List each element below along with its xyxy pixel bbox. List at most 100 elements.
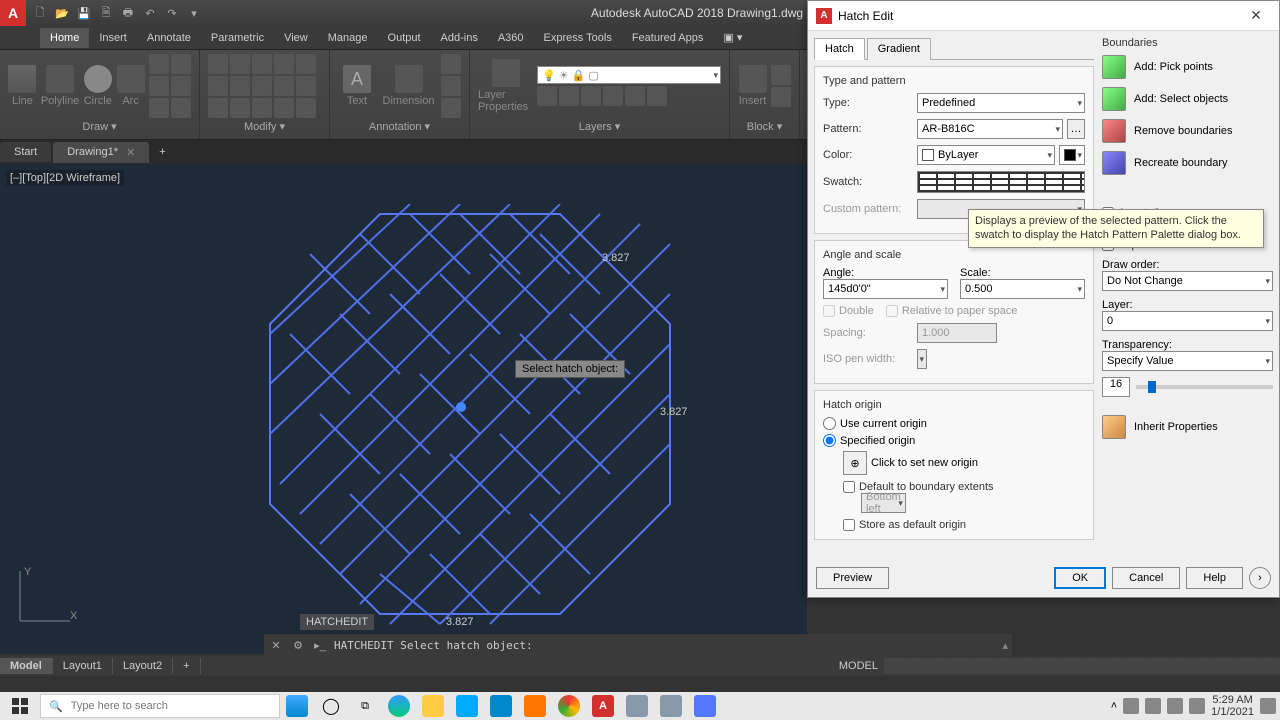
store-origin-checkbox[interactable]: Store as default origin xyxy=(843,519,1085,531)
text-button[interactable]: AText xyxy=(338,65,376,107)
expand-dialog-button[interactable]: › xyxy=(1249,567,1271,589)
start-button[interactable] xyxy=(0,692,40,720)
task-taskview[interactable]: ⧉ xyxy=(348,694,382,718)
draw-small-1[interactable] xyxy=(149,54,169,74)
tab-annotate[interactable]: Annotate xyxy=(137,28,201,48)
task-edge[interactable] xyxy=(382,694,416,718)
status-17[interactable] xyxy=(1258,658,1280,674)
remove-boundaries-button[interactable]: Remove boundaries xyxy=(1102,119,1273,143)
draw-small-2[interactable] xyxy=(171,54,191,74)
app-icon[interactable]: A xyxy=(0,0,26,26)
status-15[interactable] xyxy=(1214,658,1236,674)
draw-order-combo[interactable]: Do Not Change▾ xyxy=(1102,271,1273,291)
draw-small-6[interactable] xyxy=(171,98,191,118)
transparency-combo[interactable]: Specify Value▾ xyxy=(1102,351,1273,371)
task-10[interactable] xyxy=(688,694,722,718)
select-objects-button[interactable]: Add: Select objects xyxy=(1102,87,1273,111)
draw-small-3[interactable] xyxy=(149,76,169,96)
task-cortana[interactable]: ◯ xyxy=(314,694,348,718)
tray-2[interactable] xyxy=(1145,698,1161,714)
new-tab-button[interactable]: + xyxy=(151,142,173,162)
tab-featured[interactable]: Featured Apps xyxy=(622,28,714,48)
tab-hatch[interactable]: Hatch xyxy=(814,38,865,60)
tray-network-icon[interactable] xyxy=(1167,698,1183,714)
modify-15[interactable] xyxy=(296,98,316,118)
task-8[interactable] xyxy=(620,694,654,718)
recreate-boundary-button[interactable]: Recreate boundary xyxy=(1102,151,1273,175)
layer-s3[interactable] xyxy=(581,86,601,106)
layer-combo-dlg[interactable]: 0▾ xyxy=(1102,311,1273,331)
windows-search[interactable]: 🔍Type here to search xyxy=(40,694,280,718)
status-ortho-icon[interactable] xyxy=(928,658,950,674)
modify-7[interactable] xyxy=(230,76,250,96)
tab-start[interactable]: Start xyxy=(0,142,51,162)
task-vlc[interactable] xyxy=(518,694,552,718)
modify-8[interactable] xyxy=(252,76,272,96)
task-explorer[interactable] xyxy=(416,694,450,718)
angle-input[interactable]: 145d0'0"▾ xyxy=(823,279,948,299)
saveas-icon[interactable]: 🗎 xyxy=(96,3,116,23)
circle-button[interactable]: Circle xyxy=(83,65,112,107)
modify-4[interactable] xyxy=(274,54,294,74)
type-combo[interactable]: Predefined▾ xyxy=(917,93,1085,113)
cmdline-history-icon[interactable]: ▴ xyxy=(1002,639,1008,652)
tab-manage[interactable]: Manage xyxy=(318,28,378,48)
modify-1[interactable] xyxy=(208,54,228,74)
modify-11[interactable] xyxy=(208,98,228,118)
redo-icon[interactable]: ↷ xyxy=(162,3,182,23)
status-11[interactable] xyxy=(1126,658,1148,674)
ucs-icon[interactable]: YX xyxy=(10,561,80,634)
print-icon[interactable]: 🖶 xyxy=(118,3,138,23)
status-14[interactable] xyxy=(1192,658,1214,674)
specified-radio[interactable]: Specified origin xyxy=(823,434,1085,447)
tab-a360[interactable]: A360 xyxy=(488,28,534,48)
save-icon[interactable]: 💾 xyxy=(74,3,94,23)
tab-gradient[interactable]: Gradient xyxy=(867,38,931,60)
layer-s5[interactable] xyxy=(625,86,645,106)
bgcolor-combo[interactable]: ▾ xyxy=(1059,145,1085,165)
modify-10[interactable] xyxy=(296,76,316,96)
task-mail[interactable] xyxy=(484,694,518,718)
modify-2[interactable] xyxy=(230,54,250,74)
set-origin-icon[interactable]: ⊕ xyxy=(843,451,867,475)
draw-small-4[interactable] xyxy=(171,76,191,96)
transparency-value[interactable]: 16 xyxy=(1102,377,1130,397)
tray-notifications-icon[interactable] xyxy=(1260,698,1276,714)
block-s2[interactable] xyxy=(771,87,791,107)
dialog-titlebar[interactable]: A Hatch Edit ✕ xyxy=(808,1,1279,31)
status-snap-icon[interactable] xyxy=(906,658,928,674)
modify-3[interactable] xyxy=(252,54,272,74)
pick-points-button[interactable]: Add: Pick points xyxy=(1102,55,1273,79)
tab-addins[interactable]: Add-ins xyxy=(431,28,488,48)
tab-drawing1[interactable]: Drawing1*✕ xyxy=(53,142,149,163)
panel-draw-label[interactable]: Draw ▾ xyxy=(8,118,191,135)
modify-14[interactable] xyxy=(274,98,294,118)
tab-insert[interactable]: Insert xyxy=(89,28,137,48)
layer-props-button[interactable]: Layer Properties xyxy=(478,59,533,113)
help-button[interactable]: Help xyxy=(1186,567,1243,589)
tab-output[interactable]: Output xyxy=(378,28,431,48)
color-combo[interactable]: ByLayer▾ xyxy=(917,145,1055,165)
layer-combo[interactable]: 💡 ☀ 🔒 ▢▾ xyxy=(537,66,721,84)
status-8[interactable] xyxy=(1060,658,1082,674)
layer-s6[interactable] xyxy=(647,86,667,106)
pattern-combo[interactable]: AR-B816C▾ xyxy=(917,119,1063,139)
status-16[interactable] xyxy=(1236,658,1258,674)
viewport-controls[interactable]: [–][Top][2D Wireframe] xyxy=(6,170,124,186)
cmdline-settings-icon[interactable]: ⚙ xyxy=(290,639,306,652)
status-6[interactable] xyxy=(1016,658,1038,674)
pattern-browse-button[interactable]: … xyxy=(1067,119,1085,139)
insert-button[interactable]: Insert xyxy=(738,65,767,107)
polyline-button[interactable]: Polyline xyxy=(41,65,80,107)
dimension-button[interactable]: Dimension xyxy=(380,65,437,107)
anno-1[interactable] xyxy=(441,54,461,74)
layer-s2[interactable] xyxy=(559,86,579,106)
layout-1[interactable]: Layout1 xyxy=(53,658,113,674)
status-9[interactable] xyxy=(1082,658,1104,674)
panel-block-label[interactable]: Block ▾ xyxy=(738,118,791,135)
open-icon[interactable]: 📂 xyxy=(52,3,72,23)
panel-annotation-label[interactable]: Annotation ▾ xyxy=(338,118,461,135)
tab-extra-icon[interactable]: ▣ ▾ xyxy=(713,27,752,48)
tab-home[interactable]: Home xyxy=(40,28,89,48)
status-13[interactable] xyxy=(1170,658,1192,674)
